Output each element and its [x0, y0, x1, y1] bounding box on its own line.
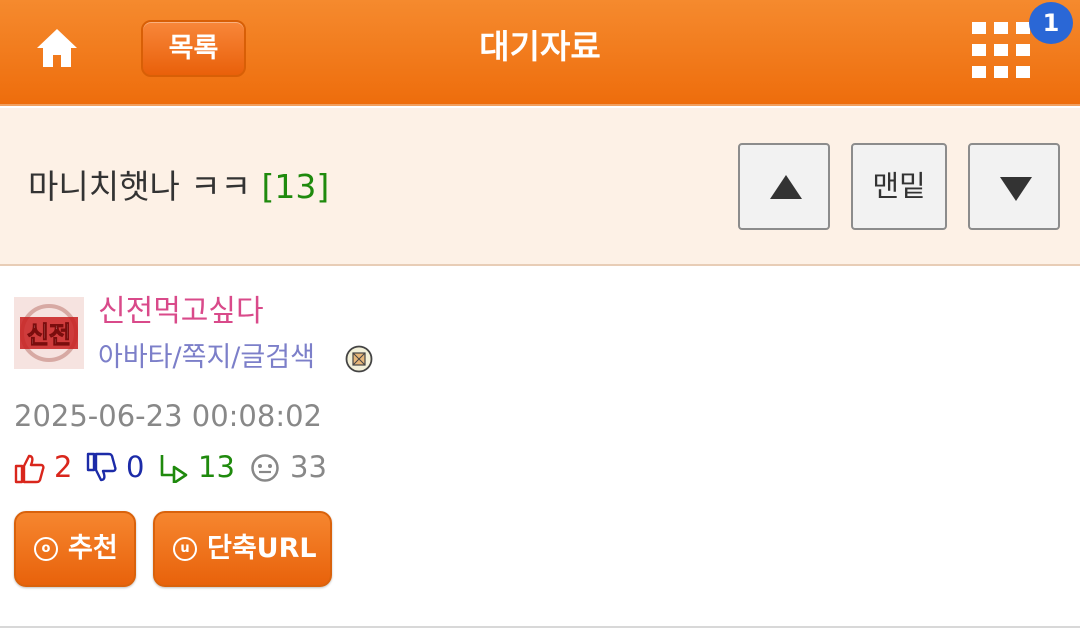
divider [0, 626, 1080, 628]
views-count: 33 [290, 450, 327, 484]
avatar[interactable]: 신전 [14, 297, 84, 369]
short-url-button[interactable]: u 단축URL [153, 511, 332, 587]
recommend-label: 추천 [68, 533, 118, 564]
post-date: 2025-06-23 00:08:02 [14, 399, 322, 433]
eye-icon [251, 454, 279, 482]
reply-arrow-icon [160, 455, 188, 483]
notification-badge[interactable]: 1 [1029, 2, 1073, 44]
short-url-label: 단축URL [207, 533, 317, 564]
svg-text:신전: 신전 [27, 321, 71, 349]
recommend-icon: o [34, 537, 58, 561]
home-icon[interactable] [34, 26, 80, 70]
recommend-button[interactable]: o 추천 [14, 511, 136, 587]
thumbs-down-icon[interactable] [86, 452, 118, 484]
scroll-top-button[interactable] [738, 143, 830, 230]
post-title-text: 마니치햇나 ㅋㅋ [28, 167, 252, 206]
scroll-bottom-button[interactable]: 맨밑 [851, 143, 947, 230]
triangle-down-icon [1000, 177, 1032, 201]
short-url-icon: u [173, 537, 197, 561]
replies-count: 13 [198, 450, 235, 484]
list-button[interactable]: 목록 [141, 20, 246, 77]
likes-count: 2 [54, 450, 73, 484]
dislikes-count: 0 [126, 450, 145, 484]
scroll-down-button[interactable] [968, 143, 1060, 230]
comment-count: [13] [261, 167, 330, 206]
menu-grid-icon[interactable] [972, 22, 1030, 78]
post-title: 마니치햇나 ㅋㅋ [13] [28, 167, 329, 207]
message-icon[interactable] [345, 345, 373, 373]
thumbs-up-icon[interactable] [14, 452, 46, 484]
triangle-up-icon [770, 175, 802, 199]
author-links[interactable]: 아바타/쪽지/글검색 [98, 340, 315, 376]
avatar-image: 신전 [14, 297, 84, 369]
top-bar: 목록 대기자료 1 [0, 0, 1080, 106]
author-name[interactable]: 신전먹고싶다 [98, 293, 264, 331]
